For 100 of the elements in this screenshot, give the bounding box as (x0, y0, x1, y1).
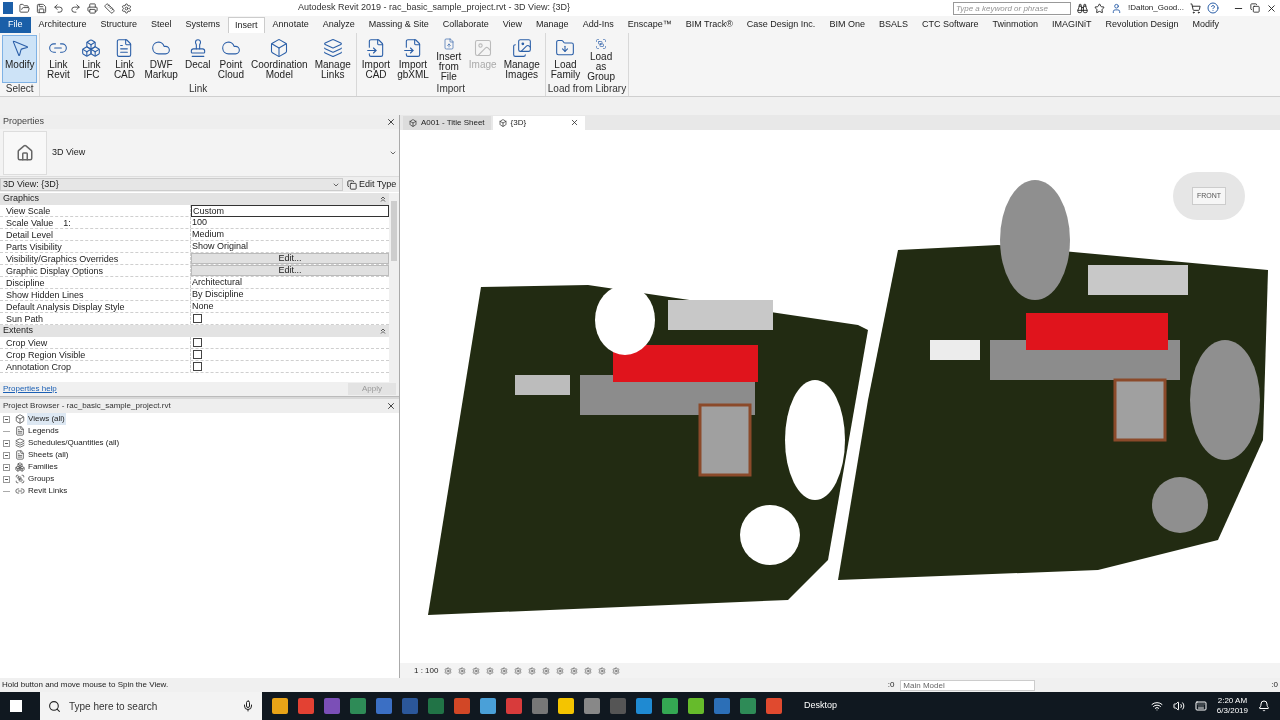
group-header[interactable]: Extents (0, 325, 389, 337)
properties-help-link[interactable]: Properties help (3, 383, 57, 395)
property-value[interactable]: By Discipline (191, 288, 389, 301)
volume-icon[interactable] (1172, 700, 1185, 712)
ribbon-tab[interactable]: Modify (1186, 17, 1226, 33)
settings-icon[interactable] (121, 2, 132, 14)
ribbon-tool-button[interactable]: Import gbXML (394, 35, 432, 83)
search-input[interactable]: Type here to search (69, 698, 234, 714)
ruler-icon[interactable] (104, 2, 115, 14)
close-icon[interactable] (386, 117, 396, 127)
ribbon-tool-button[interactable]: Manage Links (311, 35, 354, 83)
ribbon-tab[interactable]: BIM One (823, 17, 871, 33)
ribbon-tool-button[interactable]: Manage Images (500, 35, 543, 83)
browser-item[interactable]: Legends (27, 425, 60, 437)
checkbox[interactable] (193, 350, 202, 359)
checkbox[interactable] (193, 314, 202, 323)
property-value[interactable]: Show Original (191, 240, 389, 253)
clock-time[interactable]: 2:20 AM (1217, 696, 1248, 706)
browser-item[interactable]: Revit Links (27, 485, 69, 497)
undo-icon[interactable] (53, 2, 64, 14)
ribbon-tool-button[interactable]: Link Revit (42, 35, 75, 83)
property-value[interactable]: Architectural (191, 276, 389, 289)
expand-toggle[interactable] (3, 463, 10, 471)
ribbon-tab[interactable]: CTC Software (915, 17, 985, 33)
edit-button[interactable]: Edit... (191, 265, 389, 276)
ribbon-tool-button[interactable]: Point Cloud (214, 35, 247, 83)
browser-item[interactable]: Sheets (all) (27, 449, 70, 461)
wifi-icon[interactable] (1150, 700, 1163, 712)
ribbon-tool-button[interactable]: DWF Markup (141, 35, 181, 83)
ribbon-tab[interactable]: Enscape™ (621, 17, 678, 33)
browser-item[interactable]: Families (27, 461, 59, 473)
ribbon-tool-button[interactable]: Link IFC (75, 35, 108, 83)
document-tab[interactable]: A001 - Title Sheet (403, 115, 491, 130)
document-tab[interactable]: {3D} (492, 115, 586, 130)
ribbon-tab[interactable]: Steel (145, 17, 178, 33)
ribbon-tab[interactable]: Revolution Design (1099, 17, 1185, 33)
ribbon-tab[interactable]: File (0, 17, 31, 33)
close-icon[interactable] (1266, 2, 1277, 14)
keyboard-icon[interactable] (1194, 700, 1207, 712)
ribbon-tab[interactable]: Case Design Inc. (740, 17, 822, 33)
ribbon-tool-button[interactable]: Load Family (547, 35, 584, 83)
view-scale[interactable]: 1 : 100 (414, 664, 439, 677)
restore-icon[interactable] (1250, 3, 1260, 13)
browser-item[interactable]: Schedules/Quantities (all) (27, 437, 121, 449)
help-icon[interactable] (1207, 2, 1219, 14)
user-icon[interactable] (1110, 2, 1122, 14)
search-field[interactable]: Type a keyword or phrase (952, 1, 1071, 15)
print-icon[interactable] (87, 2, 98, 14)
instance-selector[interactable]: 3D View: {3D} (0, 178, 343, 191)
ribbon-tab[interactable]: Collaborate (436, 17, 495, 33)
ribbon-tab[interactable]: Analyze (316, 17, 361, 33)
ribbon-tool-button[interactable]: Modify (2, 35, 38, 83)
browser-item[interactable]: Groups (27, 473, 56, 485)
property-value[interactable]: None (191, 300, 389, 313)
ribbon-tab[interactable]: BIM Track® (679, 17, 739, 33)
search-field[interactable]: Type here to search (40, 692, 262, 720)
ribbon-tab[interactable]: Systems (179, 17, 227, 33)
notification-icon[interactable] (1258, 700, 1270, 712)
scrollbar[interactable] (389, 193, 399, 382)
save-icon[interactable] (36, 2, 47, 14)
ribbon-tab[interactable]: Annotate (266, 17, 315, 33)
expand-toggle[interactable] (3, 415, 10, 423)
ribbon-tab[interactable]: Twinmotion (986, 17, 1044, 33)
ribbon-tool-button[interactable]: Decal (181, 35, 214, 83)
toolbar-label[interactable]: Desktop (804, 699, 838, 713)
checkbox[interactable] (193, 362, 202, 371)
windows-start-icon[interactable] (10, 700, 22, 712)
star-icon[interactable] (1093, 2, 1105, 14)
edit-button[interactable]: Edit... (191, 253, 389, 264)
collapse-icon[interactable] (380, 328, 386, 334)
redo-icon[interactable] (70, 2, 81, 14)
expand-toggle[interactable] (3, 451, 10, 459)
workset-dropdown[interactable]: Main Model (900, 679, 1036, 691)
ribbon-tab[interactable]: IMAGINiT (1045, 17, 1098, 33)
ribbon-tool-button[interactable]: Load as Group (584, 35, 618, 83)
ribbon-tool-button[interactable]: Import CAD (358, 35, 394, 83)
cart-icon[interactable] (1190, 2, 1201, 14)
ribbon-tool-button[interactable]: Coordination Model (247, 35, 311, 83)
ribbon-tab[interactable]: Insert (228, 17, 265, 33)
edit-type-button[interactable]: Edit Type (347, 177, 397, 192)
browser-item[interactable]: Views (all) (27, 413, 66, 425)
property-value[interactable]: Medium (191, 228, 389, 241)
ribbon-tab[interactable]: BSALS (872, 17, 914, 33)
binoculars-icon[interactable] (1076, 2, 1088, 14)
user-name[interactable]: !Dalton_Good... (1127, 2, 1184, 14)
ribbon-tab[interactable]: View (496, 17, 529, 33)
checkbox[interactable] (193, 338, 202, 347)
ribbon-tab[interactable]: Structure (94, 17, 144, 33)
ribbon-tab[interactable]: Add-Ins (576, 17, 620, 33)
property-value[interactable]: 100 (191, 216, 389, 229)
collapse-icon[interactable] (380, 196, 386, 202)
ribbon-tab[interactable]: Architecture (32, 17, 93, 33)
folder-icon[interactable] (19, 2, 30, 14)
group-header[interactable]: Graphics (0, 193, 389, 205)
expand-toggle[interactable] (3, 439, 10, 447)
ribbon-tab[interactable]: Manage (530, 17, 575, 33)
close-icon[interactable] (386, 401, 396, 411)
clock-date[interactable]: 6/3/2019 (1216, 706, 1248, 716)
ribbon-tab[interactable]: Massing & Site (362, 17, 435, 33)
ribbon-tool-button[interactable]: Link CAD (108, 35, 141, 83)
